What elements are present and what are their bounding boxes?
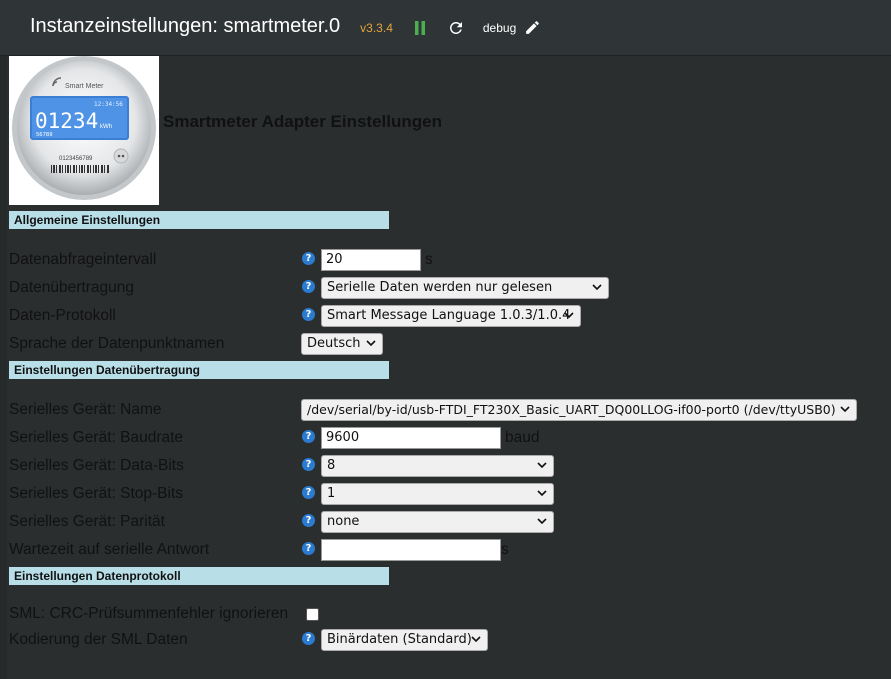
language-select[interactable]: Deutsch (301, 333, 383, 355)
reload-icon[interactable] (447, 19, 465, 37)
encoding-label: Kodierung der SML Daten (9, 631, 188, 648)
language-select-value: Deutsch (307, 336, 361, 351)
stopbits-select[interactable]: 1 (321, 483, 554, 505)
log-level-label[interactable]: debug (483, 21, 516, 35)
settings-panel: Smart Meter 12:34:56 01234 kWh 56789 012… (7, 56, 891, 679)
section-general: Allgemeine Einstellungen (9, 211, 389, 229)
parity-label: Serielles Gerät: Parität (9, 513, 165, 530)
top-bar: Instanzeinstellungen: smartmeter.0 v3.3.… (0, 0, 891, 56)
settings-heading: Smartmeter Adapter Einstellungen (163, 112, 442, 131)
meter-time: 12:34:56 (94, 101, 123, 108)
baudrate-unit: baud (505, 429, 540, 446)
transfer-select[interactable]: Serielle Daten werden nur gelesen (321, 277, 609, 299)
encoding-help-icon[interactable]: ? (302, 632, 315, 645)
transfer-select-value: Serielle Daten werden nur gelesen (327, 280, 553, 295)
wait-unit: s (501, 541, 509, 558)
section-transfer: Einstellungen Datenübertragung (9, 361, 389, 379)
crc-label: SML: CRC-Prüfsummenfehler ignorieren (9, 605, 289, 622)
baudrate-label: Serielles Gerät: Baudrate (9, 429, 184, 446)
meter-reading: 01234 (35, 109, 98, 133)
databits-label: Serielles Gerät: Data-Bits (9, 457, 184, 474)
wait-label: Wartezeit auf serielle Antwort (9, 541, 210, 558)
databits-select[interactable]: 8 (321, 455, 554, 477)
transfer-help-icon[interactable]: ? (302, 280, 315, 293)
serial-name-label: Serielles Gerät: Name (9, 401, 162, 418)
interval-help-icon[interactable]: ? (302, 252, 315, 265)
baudrate-help-icon[interactable]: ? (302, 430, 315, 443)
meter-small-number: 56789 (36, 132, 53, 138)
serial-name-select[interactable]: /dev/serial/by-id/usb-FTDI_FT230X_Basic_… (301, 399, 857, 421)
version-badge: v3.3.4 (360, 20, 393, 35)
protocol-label: Daten-Protokoll (9, 307, 116, 324)
smart-meter-image: Smart Meter 12:34:56 01234 kWh 56789 012… (9, 56, 159, 205)
meter-unit: kWh (100, 124, 112, 130)
chevron-down-icon (592, 284, 602, 291)
chevron-down-icon (564, 312, 574, 319)
interval-label: Datenabfrageintervall (9, 251, 157, 268)
section-protocol: Einstellungen Datenprotokoll (9, 567, 389, 585)
databits-help-icon[interactable]: ? (302, 458, 315, 471)
pause-icon[interactable] (413, 20, 427, 36)
chevron-down-icon (537, 518, 547, 525)
edit-icon[interactable] (524, 19, 541, 36)
protocol-help-icon[interactable]: ? (302, 308, 315, 321)
wait-help-icon[interactable]: ? (302, 542, 315, 555)
parity-help-icon[interactable]: ? (302, 514, 315, 527)
stopbits-help-icon[interactable]: ? (302, 486, 315, 499)
protocol-select-value: Smart Message Language 1.0.3/1.0.4 (327, 308, 571, 323)
baudrate-input[interactable]: 9600 (321, 427, 501, 449)
databits-select-value: 8 (327, 458, 336, 473)
interval-unit: s (425, 251, 433, 268)
transfer-label: Datenübertragung (9, 279, 134, 296)
chevron-down-icon (840, 406, 850, 413)
meter-serial: 0123456789 (59, 156, 93, 162)
protocol-select[interactable]: Smart Message Language 1.0.3/1.0.4 (321, 305, 581, 327)
chevron-down-icon (537, 462, 547, 469)
wait-input[interactable] (321, 539, 501, 561)
page-title: Instanzeinstellungen: smartmeter.0 (30, 15, 341, 37)
chevron-down-icon (471, 636, 481, 643)
language-label: Sprache der Datenpunktnamen (9, 335, 225, 352)
chevron-down-icon (366, 340, 376, 347)
meter-brand: Smart Meter (65, 83, 104, 90)
interval-input[interactable]: 20 (321, 249, 421, 271)
parity-select-value: none (327, 514, 360, 529)
crc-checkbox[interactable] (306, 608, 319, 621)
serial-name-select-value: /dev/serial/by-id/usb-FTDI_FT230X_Basic_… (307, 402, 836, 417)
encoding-select-value: Binärdaten (Standard) (327, 632, 472, 647)
parity-select[interactable]: none (321, 511, 554, 533)
chevron-down-icon (537, 490, 547, 497)
stopbits-select-value: 1 (327, 486, 336, 501)
encoding-select[interactable]: Binärdaten (Standard) (321, 629, 488, 651)
stopbits-label: Serielles Gerät: Stop-Bits (9, 485, 184, 502)
